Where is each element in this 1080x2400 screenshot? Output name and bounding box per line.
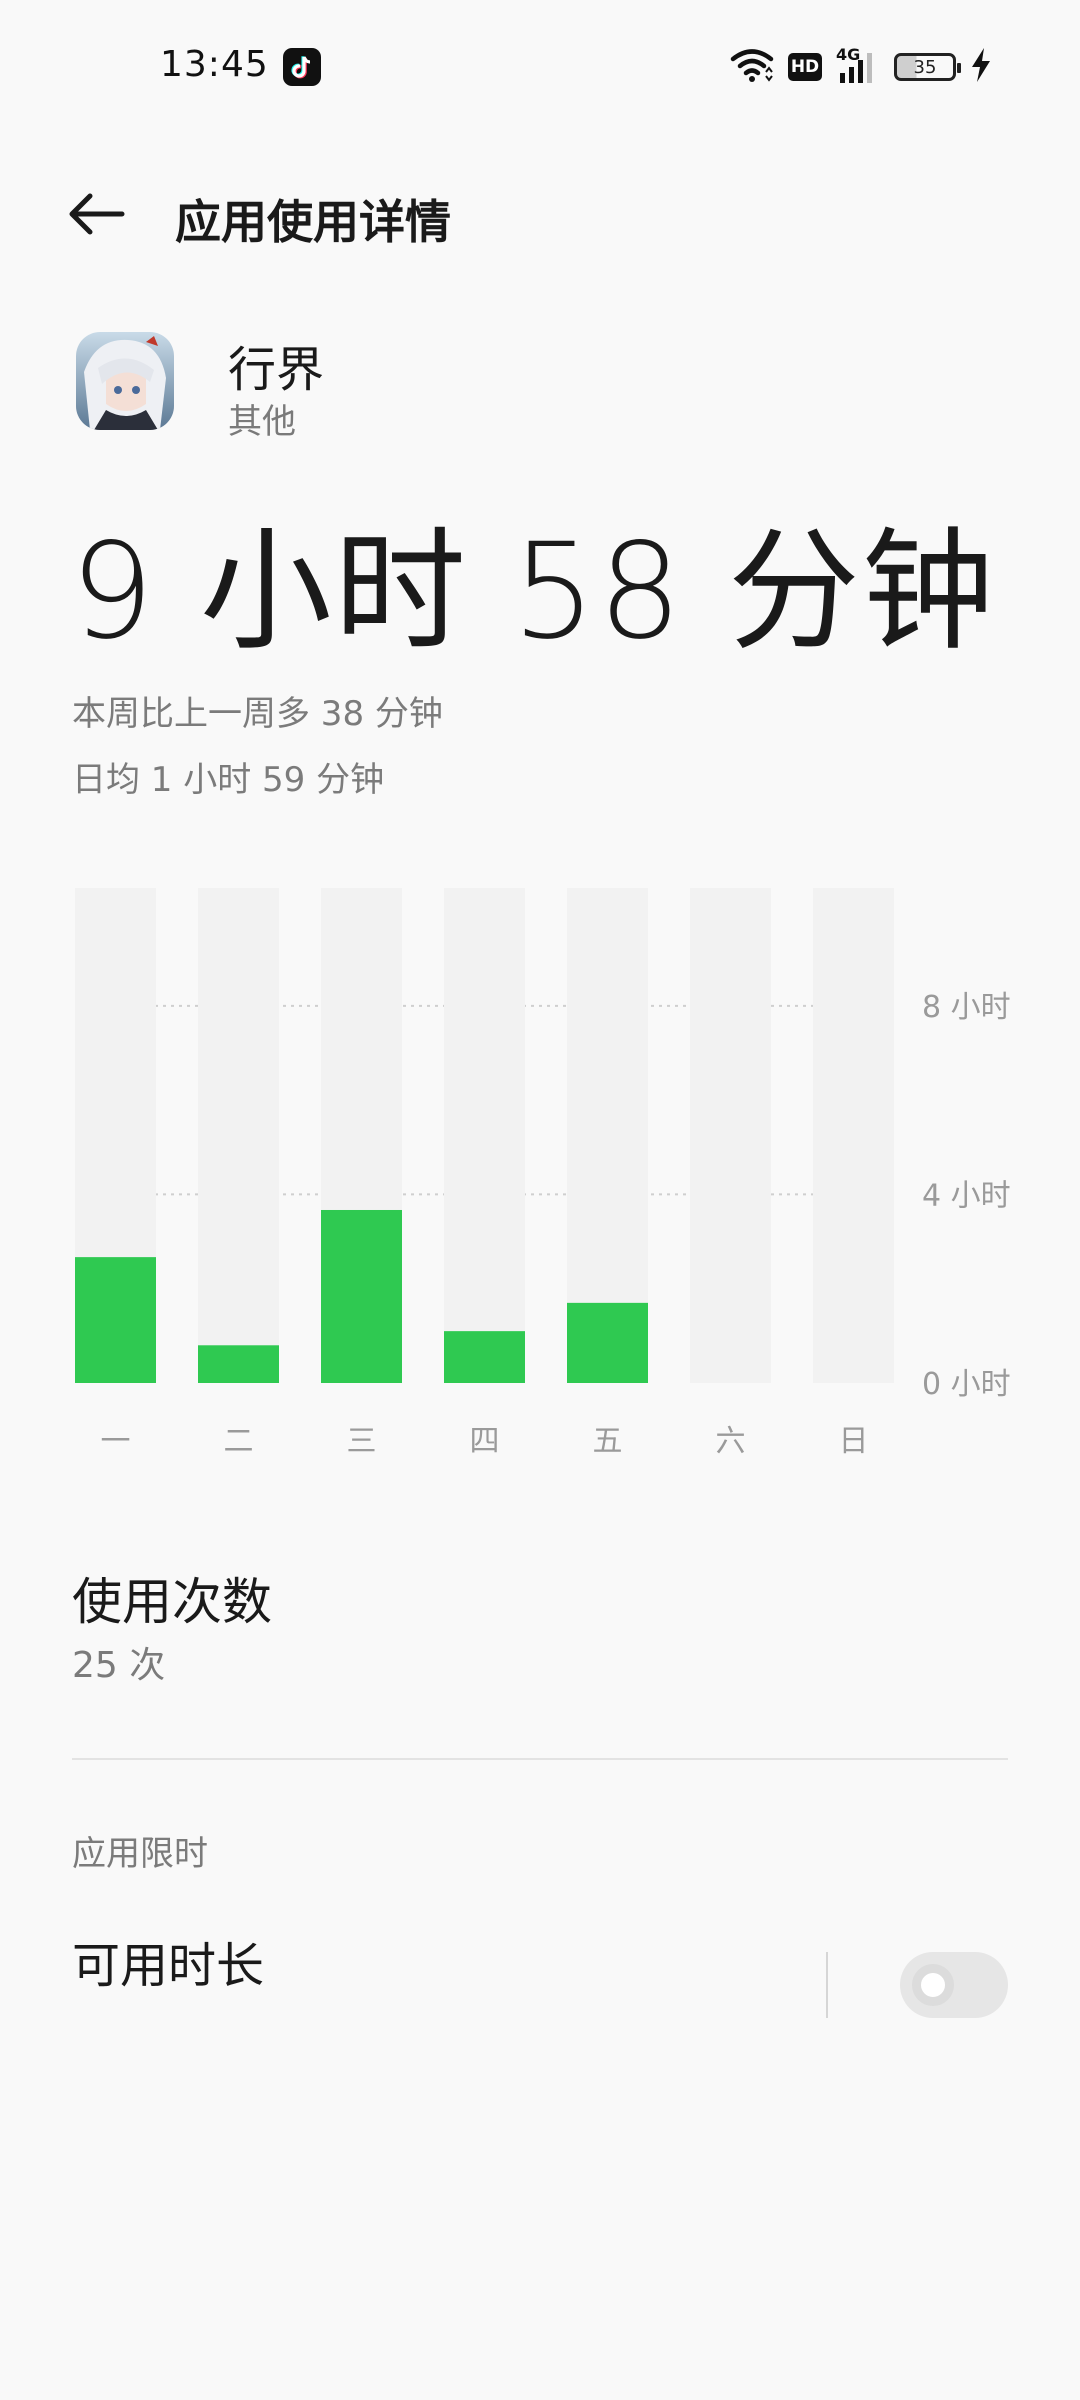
day-label: 二 (224, 1424, 254, 1459)
chart-canvas: 一 二 三 四 五 六 日 8 小时 4 小时 0 小时 (75, 888, 1011, 1459)
usage-count-title: 使用次数 (72, 1573, 272, 1631)
vertical-separator (826, 1952, 828, 2018)
day-label: 三 (347, 1424, 377, 1459)
bar-track (444, 888, 525, 1383)
bar-track (198, 888, 279, 1383)
wifi-icon (730, 48, 774, 86)
available-duration-label[interactable]: 可用时长 (72, 1926, 264, 1996)
app-limits-header: 应用限时 (72, 1834, 208, 1874)
usage-bar[interactable] (444, 1331, 525, 1383)
day-label: 四 (470, 1424, 500, 1459)
status-time: 13:45 (160, 44, 269, 85)
back-button[interactable] (60, 178, 132, 250)
day-label: 六 (716, 1424, 746, 1459)
app-icon (76, 332, 174, 430)
day-label: 一 (101, 1424, 131, 1459)
usage-bar[interactable] (321, 1209, 402, 1383)
toggle-knob (912, 1964, 954, 2006)
y-tick-label: 0 小时 (922, 1367, 1011, 1402)
hd-icon: HD (788, 53, 822, 81)
arrow-left-icon (69, 193, 125, 235)
usage-bar[interactable] (75, 1257, 156, 1383)
page-title: 应用使用详情 (175, 195, 451, 249)
day-label: 五 (593, 1424, 623, 1459)
day-label: 日 (839, 1424, 869, 1459)
status-icons: HD 4G 35 (730, 45, 992, 88)
total-usage-time: 9 小时 58 分钟 (70, 515, 996, 669)
weekly-usage-chart: 一 二 三 四 五 六 日 8 小时 4 小时 0 小时 (60, 870, 1020, 1490)
daily-average: 日均 1 小时 59 分钟 (72, 760, 385, 800)
charging-icon (970, 47, 992, 87)
tiktok-icon (283, 48, 321, 86)
y-tick-label: 4 小时 (922, 1178, 1011, 1213)
y-tick-label: 8 小时 (922, 990, 1011, 1025)
app-category: 其他 (228, 402, 296, 442)
signal-icon: 4G (836, 45, 880, 87)
time-limit-toggle[interactable] (900, 1952, 1008, 2018)
status-bar: 13:45 HD 4G 35 (0, 0, 1080, 130)
usage-bar[interactable] (567, 1302, 648, 1383)
usage-bar[interactable] (198, 1345, 279, 1383)
usage-count-value: 25 次 (72, 1645, 166, 1686)
bar-track (813, 888, 894, 1383)
bar-track (690, 888, 771, 1383)
battery-icon: 35 (894, 53, 961, 81)
app-name: 行界 (228, 342, 325, 398)
section-divider (72, 1758, 1008, 1760)
week-comparison: 本周比上一周多 38 分钟 (72, 694, 443, 734)
